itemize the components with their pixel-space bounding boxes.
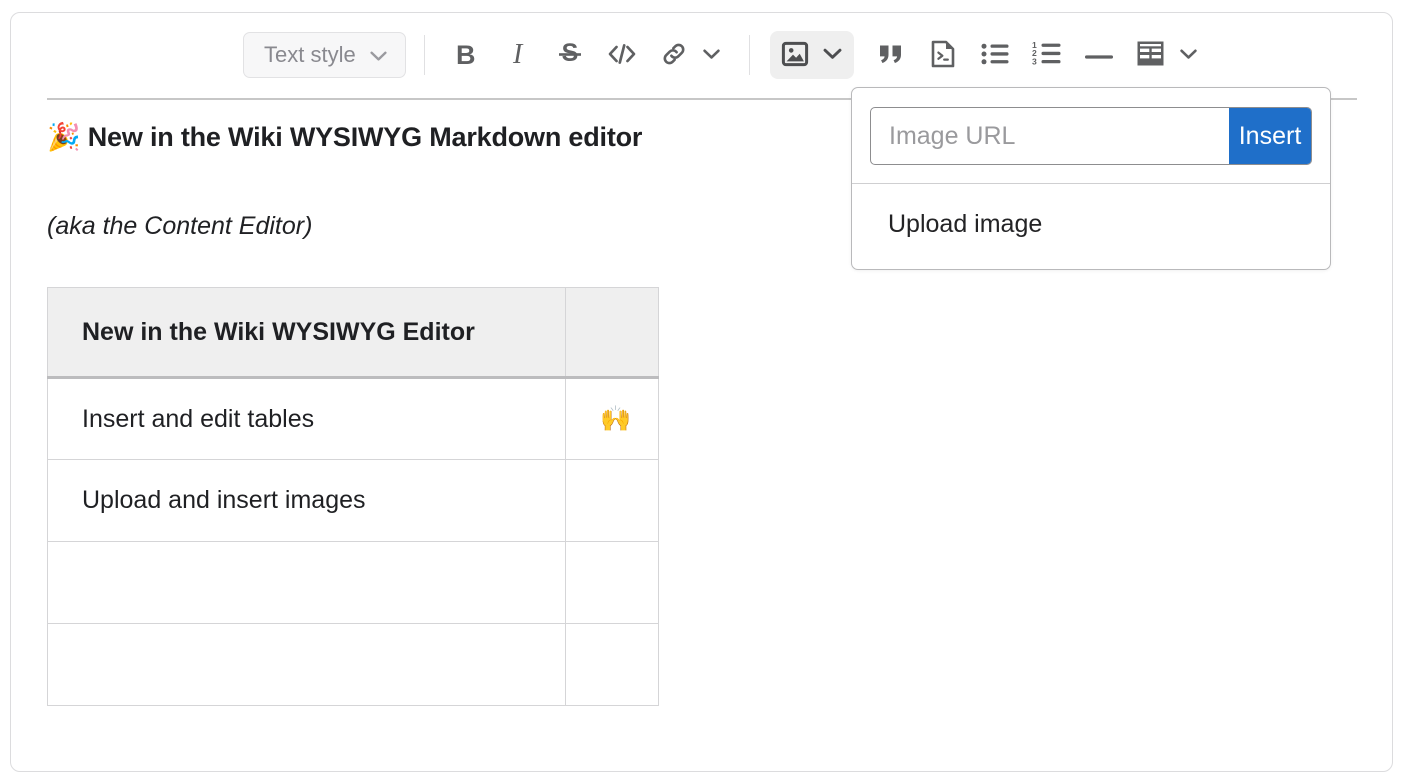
table-icon (1137, 41, 1164, 69)
table-cell-emoji[interactable] (566, 542, 659, 624)
table-header-cell[interactable] (566, 288, 659, 378)
link-button[interactable] (651, 32, 697, 78)
table-cell[interactable]: Insert and edit tables (48, 378, 566, 460)
text-style-dropdown[interactable]: Text style (243, 32, 406, 78)
chevron-down-icon (703, 48, 720, 63)
table-row (48, 542, 659, 624)
image-button-group (770, 31, 854, 79)
insert-image-button[interactable]: Insert (1229, 108, 1311, 164)
table-cell-emoji[interactable] (566, 460, 659, 542)
page-title-text: New in the Wiki WYSIWYG Markdown editor (88, 122, 643, 152)
chevron-down-icon (823, 48, 842, 63)
upload-image-menu-item[interactable]: Upload image (852, 184, 1330, 269)
table-cell-emoji[interactable]: 🙌 (566, 378, 659, 460)
image-url-input[interactable] (871, 108, 1229, 164)
table-header-row: New in the Wiki WYSIWYG Editor (48, 288, 659, 378)
table-options-button[interactable] (1174, 32, 1204, 78)
horizontal-rule-button[interactable] (1076, 32, 1122, 78)
code-icon (607, 42, 637, 69)
image-button[interactable] (772, 32, 818, 78)
ordered-list-icon: 1 2 3 (1032, 42, 1062, 68)
table-cell[interactable] (48, 624, 566, 706)
link-icon (660, 40, 688, 71)
table-header-cell[interactable]: New in the Wiki WYSIWYG Editor (48, 288, 566, 378)
bullet-list-button[interactable] (972, 32, 1018, 78)
party-popper-emoji: 🎉 (47, 122, 80, 153)
italic-button[interactable]: I (495, 32, 541, 78)
image-options-button[interactable] (818, 32, 848, 78)
table-cell-emoji[interactable] (566, 624, 659, 706)
content-table[interactable]: New in the Wiki WYSIWYG Editor Insert an… (47, 287, 659, 706)
table-button[interactable] (1128, 32, 1174, 78)
toolbar-separator-2 (749, 35, 750, 75)
editor-window: Text style B I S (10, 12, 1393, 772)
image-url-row: Insert (870, 107, 1312, 165)
code-block-button[interactable] (920, 32, 966, 78)
toolbar-separator-1 (424, 35, 425, 75)
toolbar-format-group: B I S (443, 32, 727, 78)
table-cell[interactable] (48, 542, 566, 624)
image-dropdown-panel: Insert Upload image (851, 87, 1331, 270)
image-icon (781, 40, 809, 71)
bullet-list-icon (981, 43, 1009, 68)
horizontal-rule-icon (1085, 48, 1113, 63)
link-options-button[interactable] (697, 32, 727, 78)
toolbar-insert-group: 1 2 3 (770, 31, 1204, 79)
svg-text:3: 3 (1032, 56, 1037, 65)
quote-icon (877, 41, 905, 70)
table-cell[interactable]: Upload and insert images (48, 460, 566, 542)
strikethrough-button[interactable]: S (547, 32, 593, 78)
bold-button[interactable]: B (443, 32, 489, 78)
table-row: Upload and insert images (48, 460, 659, 542)
code-button[interactable] (599, 32, 645, 78)
chevron-down-icon (370, 42, 387, 68)
code-block-icon (930, 40, 956, 71)
table-row (48, 624, 659, 706)
text-style-label: Text style (264, 42, 356, 68)
blockquote-button[interactable] (868, 32, 914, 78)
table-row: Insert and edit tables 🙌 (48, 378, 659, 460)
ordered-list-button[interactable]: 1 2 3 (1024, 32, 1070, 78)
chevron-down-icon (1180, 48, 1197, 63)
editor-toolbar: Text style B I S (11, 13, 1392, 97)
strikethrough-icon: S (557, 40, 583, 71)
